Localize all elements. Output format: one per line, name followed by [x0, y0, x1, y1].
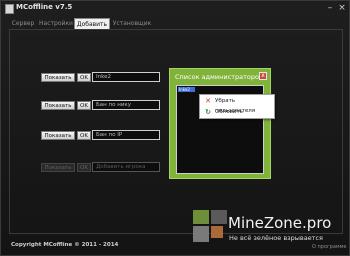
app-window: MCoffline v7.5 – × Сервер Настройки Доба… — [0, 0, 350, 256]
copyright-text: Copyright MCoffline © 2011 - 2014 — [11, 242, 119, 248]
add-player-field[interactable]: Добавить игрока — [92, 162, 160, 172]
red-x-icon: ✕ — [205, 97, 211, 105]
tab-installer[interactable]: Установщик — [112, 18, 152, 29]
watermark-title: MineZone.pro — [228, 214, 332, 232]
ok-button[interactable]: OK — [77, 73, 91, 82]
show-button[interactable]: Показать — [41, 163, 75, 172]
admin-list-dialog: Список администраторов x Inke2 — [169, 68, 271, 179]
dialog-title: Список администраторов — [175, 73, 263, 81]
menu-item-refresh[interactable]: ↻ Обновить — [202, 107, 274, 117]
ban-by-ip-field[interactable]: Бан по IP — [92, 130, 160, 140]
dialog-close-button[interactable]: x — [259, 72, 267, 80]
watermark-tagline: Не всё зелёное взрывается — [229, 234, 323, 242]
ban-by-nick-field[interactable]: Бан по нику — [92, 100, 160, 110]
ok-button[interactable]: OK — [77, 163, 91, 172]
ok-button[interactable]: OK — [77, 101, 91, 110]
tab-server[interactable]: Сервер — [9, 18, 37, 29]
player-name-field[interactable]: Inke2 — [92, 72, 160, 82]
app-icon — [5, 4, 14, 14]
ok-button[interactable]: OK — [77, 131, 91, 140]
show-button[interactable]: Показать — [41, 101, 75, 110]
show-button[interactable]: Показать — [41, 73, 75, 82]
close-button[interactable]: × — [337, 3, 347, 13]
minimize-button[interactable]: – — [325, 3, 335, 13]
tab-add[interactable]: Добавить — [74, 18, 110, 29]
watermark-logo — [193, 210, 229, 244]
menu-item-remove-user[interactable]: ✕ Убрать пользователя — [202, 96, 274, 114]
title-bar: MCoffline v7.5 – × — [1, 1, 350, 17]
show-button[interactable]: Показать — [41, 131, 75, 140]
window-title: MCoffline v7.5 — [16, 3, 73, 11]
list-item[interactable]: Inke2 — [178, 87, 195, 92]
menu-item-label: Обновить — [215, 109, 243, 115]
tab-settings[interactable]: Настройки — [39, 18, 73, 29]
refresh-icon: ↻ — [205, 108, 211, 116]
context-menu: ✕ Убрать пользователя ↻ Обновить — [199, 94, 275, 119]
about-link[interactable]: О программе — [312, 244, 347, 250]
